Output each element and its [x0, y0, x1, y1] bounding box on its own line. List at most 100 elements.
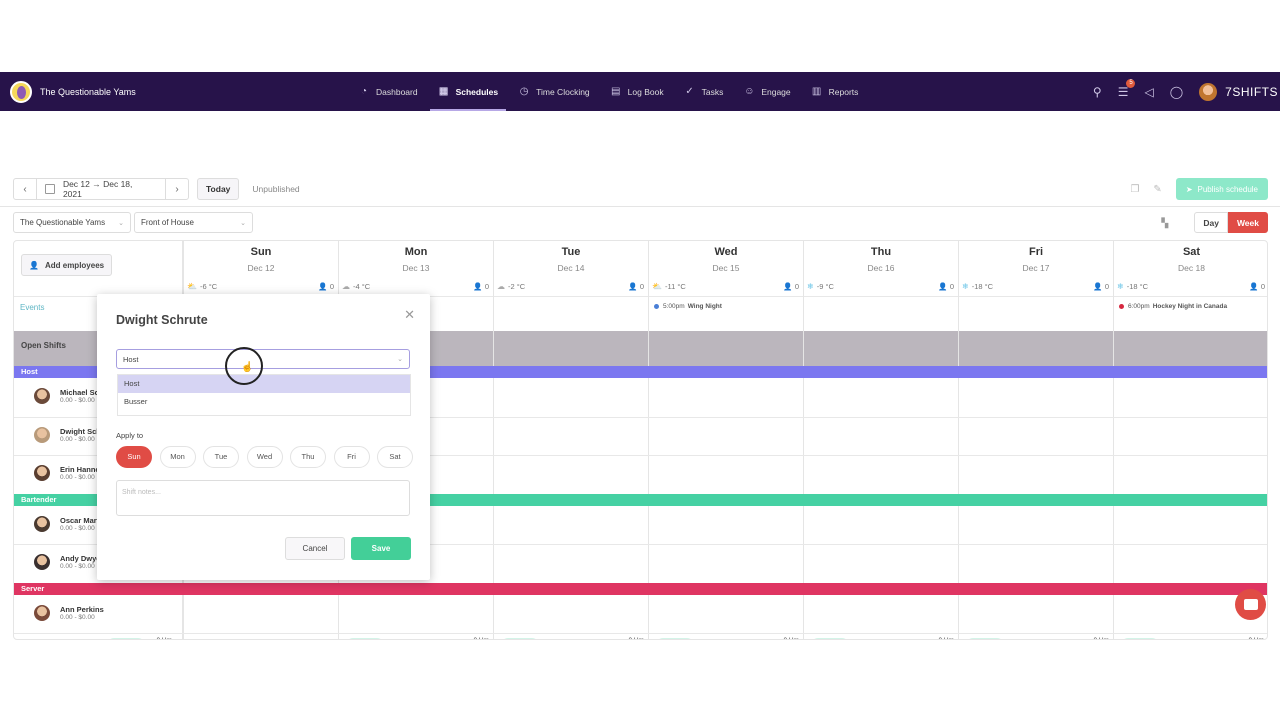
day-date: Dec 13	[402, 263, 430, 273]
nav-time-clocking[interactable]: ◷ Time Clocking	[518, 72, 590, 111]
view-toggle: ▚ Day Week	[1161, 212, 1268, 233]
day-view-button[interactable]: Day	[1194, 212, 1228, 233]
calendar-icon: ▦	[438, 85, 449, 97]
apply-day-sat[interactable]: Sat	[377, 446, 413, 468]
role-option[interactable]: Busser	[118, 393, 410, 411]
avatar	[34, 388, 50, 404]
next-week-button[interactable]: ›	[166, 179, 188, 199]
role-value: Host	[123, 354, 139, 364]
scheduled-hours: 0 Hrs	[759, 637, 799, 639]
wrench-icon[interactable]: ✎	[1153, 184, 1161, 195]
avatar	[34, 554, 50, 570]
nav-log-book[interactable]: ▤ Log Book	[610, 72, 664, 111]
employee-name: Ann Perkins	[60, 604, 104, 614]
weather: ❄ -18 °C	[962, 282, 993, 291]
department-select[interactable]: Front of House ⌄	[134, 212, 253, 233]
labor-percent: 0%	[1121, 638, 1159, 639]
day-header[interactable]: Tue Dec 14 ☁ -2 °C 👤 0	[494, 241, 648, 296]
scheduled-hours: 0 Hrs	[1069, 637, 1109, 639]
date-navigator: ‹ Dec 12 → Dec 18, 2021 ›	[13, 178, 189, 200]
pointer-cursor-icon: ☝	[241, 362, 254, 373]
day-header[interactable]: Sun Dec 12 ⛅ -6 °C 👤 0	[184, 241, 338, 296]
location-select[interactable]: The Questionable Yams ⌄	[13, 212, 131, 233]
save-button[interactable]: Save	[351, 537, 411, 560]
nav-tasks[interactable]: ✓ Tasks	[684, 72, 724, 111]
weather: ❄ -18 °C	[1117, 282, 1148, 291]
event-time: 6:00pm	[1128, 303, 1150, 310]
day-date: Dec 15	[712, 263, 740, 273]
layout-icon[interactable]: ▚	[1161, 218, 1170, 228]
role-select[interactable]: Host ⌄	[116, 349, 410, 369]
event[interactable]: 5:00pm Wing Night	[649, 303, 722, 310]
day-header[interactable]: Mon Dec 13 ☁ -4 °C 👤 0	[339, 241, 493, 296]
labor-percent: 0%	[346, 638, 384, 639]
nav-label: Dashboard	[376, 86, 418, 97]
today-button[interactable]: Today	[197, 178, 240, 200]
copy-icon[interactable]: ❐	[1130, 184, 1139, 195]
event-dot	[1119, 304, 1124, 309]
apply-day-thu[interactable]: Thu	[290, 446, 326, 468]
day-header[interactable]: Wed Dec 15 ⛅ -11 °C 👤 0	[649, 241, 803, 296]
day-column: Thu Dec 16 ❄ -9 °C 👤 0	[803, 241, 958, 639]
megaphone-icon[interactable]: ◁	[1144, 85, 1153, 99]
snowflake-icon: ❄	[962, 282, 969, 291]
role-option[interactable]: Host	[118, 375, 410, 393]
apply-day-tue[interactable]: Tue	[203, 446, 239, 468]
close-icon[interactable]: ✕	[404, 307, 415, 323]
employee-row[interactable]: Ann Perkins 0.00 - $0.00	[34, 604, 104, 621]
cancel-button[interactable]: Cancel	[285, 537, 345, 560]
menu-icon[interactable]: ☰ 5	[1118, 78, 1136, 99]
shift-notes-input[interactable]: Shift notes...	[116, 480, 410, 516]
publish-label: Publish schedule	[1197, 184, 1258, 194]
nav-label: Time Clocking	[536, 86, 590, 97]
avatar	[34, 515, 50, 532]
weather: ⛅ -11 °C	[652, 282, 686, 291]
employee-row[interactable]: Andy Dwyer 0.00 - $0.00	[34, 554, 103, 570]
user-avatar[interactable]	[1199, 82, 1218, 101]
day-date: Dec 18	[1178, 263, 1205, 273]
search-icon[interactable]: ⚲	[1093, 85, 1102, 99]
nav-engage[interactable]: ☺ Engage	[743, 72, 790, 111]
day-name: Tue	[561, 246, 581, 258]
staff-count-value: 0	[1260, 282, 1265, 291]
snowflake-icon: ❄	[1117, 282, 1124, 291]
scheduled-hours: 0 Hrs	[449, 637, 489, 639]
add-user-icon: 👤	[29, 260, 39, 270]
chat-icon[interactable]: ◯	[1170, 85, 1183, 99]
add-employees-button[interactable]: 👤 Add employees	[21, 254, 113, 276]
nav-schedules[interactable]: ▦ Schedules	[429, 72, 506, 111]
apply-day-fri[interactable]: Fri	[333, 446, 370, 468]
brand[interactable]: The Questionable Yams	[10, 80, 136, 103]
staff-count-value: 0	[794, 282, 799, 291]
day-name: Sun	[250, 246, 272, 258]
day-header[interactable]: Thu Dec 16 ❄ -9 °C 👤 0	[804, 241, 958, 296]
day-header[interactable]: Sat Dec 18 ❄ -18 °C 👤 0	[1114, 241, 1267, 296]
staff-count: 👤 0	[628, 282, 644, 291]
day-date: Dec 12	[247, 263, 275, 273]
employee-row[interactable]: Erin Hannon 0.00 - $0.00	[34, 465, 105, 481]
scheduled-hours: 0 Hrs	[1224, 637, 1264, 639]
support-chat-button[interactable]	[1235, 589, 1266, 620]
staff-count-value: 0	[1104, 282, 1109, 291]
nav-dashboard[interactable]: ◔ Dashboard	[358, 72, 418, 111]
nav-label: Tasks	[701, 86, 724, 97]
apply-day-mon[interactable]: Mon	[159, 446, 196, 468]
calendar-icon	[45, 184, 55, 194]
day-name: Fri	[1028, 246, 1044, 258]
publish-schedule-button[interactable]: ➤ Publish schedule	[1175, 178, 1268, 200]
week-view-button[interactable]: Week	[1227, 212, 1268, 233]
department-value: Front of House	[141, 218, 194, 227]
cloud-icon: ☁	[342, 282, 350, 291]
event[interactable]: 6:00pm Hockey Night in Canada	[1114, 303, 1227, 310]
staff-count-value: 0	[484, 282, 489, 291]
prev-week-button[interactable]: ‹	[14, 179, 36, 199]
day-header[interactable]: Fri Dec 17 ❄ -18 °C 👤 0	[959, 241, 1113, 296]
employee-pay: 0.00 - $0.00	[60, 613, 95, 621]
nav-reports[interactable]: ▥ Reports	[811, 72, 859, 111]
dashboard-icon: ◔	[360, 85, 368, 97]
date-range-picker[interactable]: Dec 12 → Dec 18, 2021	[36, 179, 166, 199]
apply-day-sun[interactable]: Sun	[116, 446, 152, 468]
apply-day-wed[interactable]: Wed	[246, 446, 283, 468]
shift-modal: Dwight Schrute ✕ Host ⌄ Host Busser Apply…	[97, 294, 430, 580]
person-icon: 👤	[1093, 282, 1105, 291]
